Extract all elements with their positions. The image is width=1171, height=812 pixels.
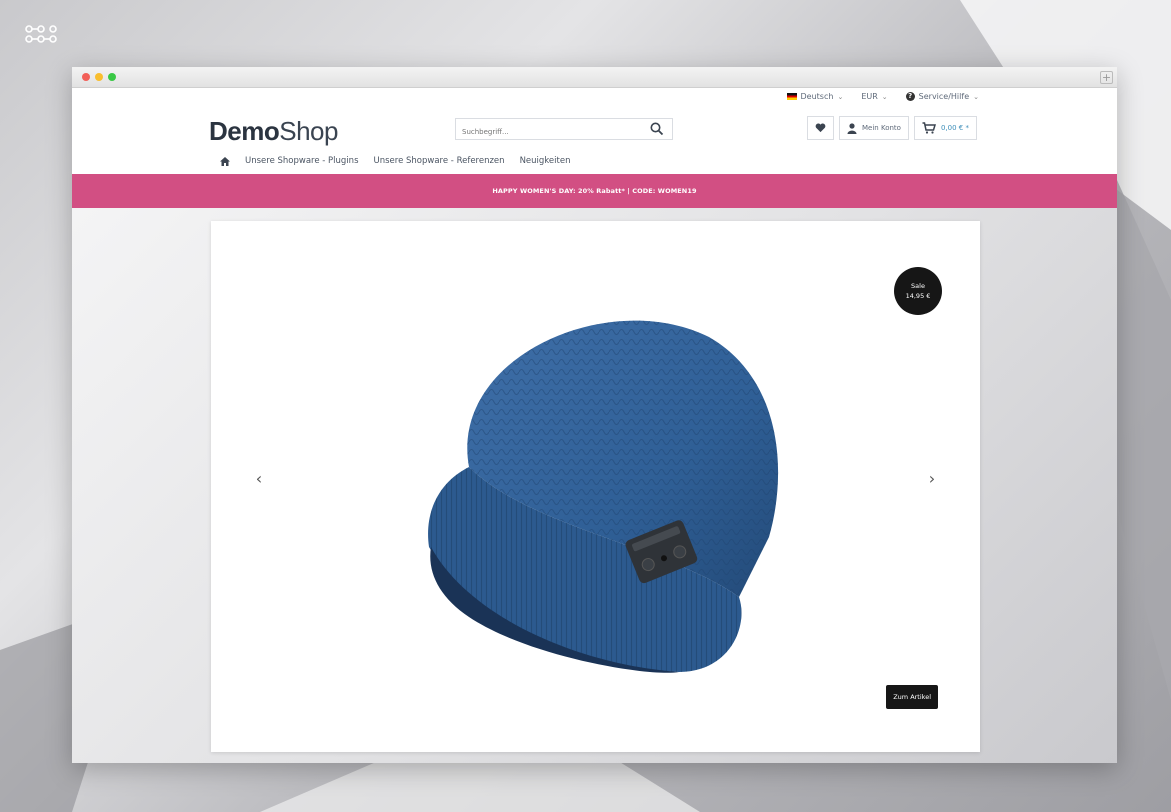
nav-item-neuigkeiten[interactable]: Neuigkeiten — [520, 156, 571, 166]
product-slider: ‹ › Sale 14,95 € Zum Artikel — [211, 221, 980, 752]
corner-logo-icon — [25, 25, 57, 43]
german-flag-icon — [786, 93, 797, 100]
maximize-window-button[interactable] — [108, 73, 116, 81]
wishlist-button[interactable] — [807, 116, 834, 140]
slider-prev-button[interactable]: ‹ — [249, 469, 269, 488]
nav-item-referenzen[interactable]: Unsere Shopware - Referenzen — [374, 156, 505, 166]
sale-badge: Sale 14,95 € — [894, 267, 942, 315]
user-icon — [847, 122, 857, 134]
product-image[interactable] — [409, 297, 787, 679]
service-menu[interactable]: ? Service/Hilfe ⌄ — [905, 92, 979, 101]
browser-window: + Deutsch ⌄ EUR ⌄ ? Service/Hilfe ⌄ Demo… — [72, 67, 1117, 763]
minimize-window-button[interactable] — [95, 73, 103, 81]
chevron-down-icon: ⌄ — [973, 92, 979, 101]
slider-next-button[interactable]: › — [922, 469, 942, 488]
close-window-button[interactable] — [82, 73, 90, 81]
cart-icon — [922, 122, 936, 134]
nav-item-plugins[interactable]: Unsere Shopware - Plugins — [245, 156, 359, 166]
header-actions: Mein Konto 0,00 € * — [807, 116, 977, 140]
search-icon[interactable] — [650, 122, 664, 136]
sale-badge-price: 14,95 € — [905, 292, 931, 300]
chevron-down-icon: ⌄ — [881, 92, 888, 101]
heart-icon — [815, 123, 826, 133]
content-stage: ‹ › Sale 14,95 € Zum Artikel — [72, 208, 1117, 763]
cart-button[interactable]: 0,00 € * — [913, 116, 977, 140]
shop-logo[interactable]: DemoShop — [209, 116, 338, 147]
currency-selector[interactable]: EUR ⌄ — [861, 92, 887, 101]
sale-badge-label: Sale — [911, 282, 925, 290]
site-header: Deutsch ⌄ EUR ⌄ ? Service/Hilfe ⌄ DemoSh… — [72, 88, 1117, 174]
help-icon: ? — [905, 92, 915, 101]
search-box — [455, 118, 673, 142]
new-tab-button[interactable]: + — [1100, 71, 1113, 84]
promo-text: HAPPY WOMEN'S DAY: 20% Rabatt* | CODE: W… — [492, 187, 697, 195]
chevron-down-icon: ⌄ — [837, 92, 844, 101]
search-input[interactable] — [456, 122, 636, 142]
zum-artikel-button[interactable]: Zum Artikel — [886, 685, 938, 709]
top-bar: Deutsch ⌄ EUR ⌄ ? Service/Hilfe ⌄ — [786, 92, 979, 101]
language-selector[interactable]: Deutsch ⌄ — [786, 92, 844, 101]
promo-banner: HAPPY WOMEN'S DAY: 20% Rabatt* | CODE: W… — [72, 174, 1117, 218]
home-icon[interactable] — [220, 156, 230, 166]
browser-titlebar: + — [72, 67, 1117, 88]
main-navigation: Unsere Shopware - Plugins Unsere Shopwar… — [220, 156, 570, 166]
account-button[interactable]: Mein Konto — [839, 116, 909, 140]
